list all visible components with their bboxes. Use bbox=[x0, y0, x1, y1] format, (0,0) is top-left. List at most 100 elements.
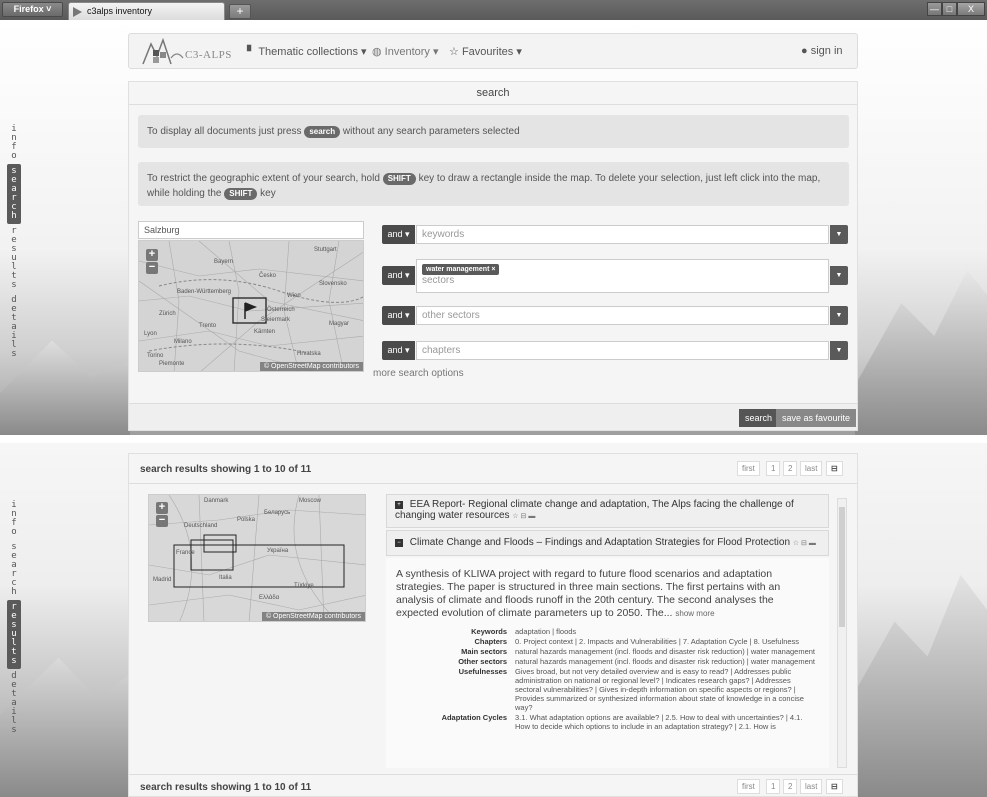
side-tab-search[interactable]: search bbox=[7, 540, 21, 600]
more-search-options-link[interactable]: more search options bbox=[373, 368, 464, 379]
pager-page-2[interactable]: 2 bbox=[783, 779, 798, 794]
results-map[interactable]: Danmark Moscow Deutschland Polska Белару… bbox=[148, 494, 366, 622]
collapse-icon: − bbox=[395, 539, 403, 547]
pager-page-1[interactable]: 1 bbox=[766, 779, 781, 794]
metadata-row: Usefulnesses Gives broad, but not very de… bbox=[386, 667, 829, 712]
keywords-dropdown-button[interactable]: ▼ bbox=[830, 225, 848, 244]
sectors-operator-button[interactable]: and ▾ bbox=[382, 266, 415, 285]
result-item-1[interactable]: + EEA Report- Regional climate change an… bbox=[386, 494, 829, 528]
sectors-dropdown-button[interactable]: ▼ bbox=[830, 266, 848, 285]
other-sectors-operator-button[interactable]: and ▾ bbox=[382, 306, 415, 325]
close-window-button[interactable]: X bbox=[957, 2, 985, 16]
sign-in-link[interactable]: ● sign in bbox=[801, 45, 843, 57]
metadata-key: Usefulnesses bbox=[458, 667, 507, 676]
metadata-key: Main sectors bbox=[461, 647, 507, 656]
result-item-2[interactable]: − Climate Change and Floods – Findings a… bbox=[386, 530, 829, 556]
save-as-favourite-button[interactable]: save as favourite bbox=[776, 409, 857, 427]
metadata-row: Main sectors natural hazards management (… bbox=[386, 647, 829, 656]
maximize-button[interactable]: □ bbox=[942, 2, 957, 16]
results-footer: search results showing 1 to 10 of 11 fir… bbox=[129, 774, 857, 797]
zoom-in-button[interactable]: + bbox=[146, 249, 158, 261]
minimize-button[interactable]: — bbox=[927, 2, 942, 16]
map-label: Steiermark bbox=[261, 317, 291, 323]
other-sectors-dropdown-button[interactable]: ▼ bbox=[830, 306, 848, 325]
chapters-dropdown-button[interactable]: ▼ bbox=[830, 341, 848, 360]
results-scrollbar[interactable] bbox=[837, 498, 847, 768]
result-item-2-title: Climate Change and Floods – Findings and… bbox=[409, 537, 791, 548]
shift-kbd-badge: SHIFT bbox=[382, 173, 416, 185]
map-label: Lyon bbox=[144, 331, 157, 337]
star-icon: ☆ bbox=[449, 46, 459, 58]
tab-favicon-icon bbox=[73, 7, 82, 17]
info-text: without any search parameters selected bbox=[342, 126, 520, 137]
keywords-input[interactable]: keywords bbox=[416, 225, 829, 244]
scrollbar-thumb[interactable] bbox=[839, 507, 845, 627]
logo-text: C3-ALPS bbox=[185, 49, 232, 61]
sign-in-label: sign in bbox=[810, 45, 843, 57]
side-tab-results[interactable]: results bbox=[7, 224, 21, 293]
metadata-key: Other sectors bbox=[458, 657, 507, 666]
save-results-icon[interactable]: ⊟ bbox=[826, 461, 843, 476]
side-tab-results[interactable]: results bbox=[7, 600, 21, 669]
keywords-operator-button[interactable]: and ▾ bbox=[382, 225, 415, 244]
map-attribution[interactable]: © OpenStreetMap contributors bbox=[259, 362, 363, 371]
pager-page-2[interactable]: 2 bbox=[783, 461, 798, 476]
firefox-menu-button[interactable]: Firefox ˅ bbox=[2, 2, 63, 17]
map-label: Stuttgart bbox=[314, 247, 337, 253]
pager-last[interactable]: last bbox=[800, 779, 823, 794]
map-attribution[interactable]: © OpenStreetMap contributors bbox=[261, 612, 365, 621]
map-label: Bayern bbox=[214, 259, 234, 265]
chapters-operator-button[interactable]: and ▾ bbox=[382, 341, 415, 360]
sector-tag-water-management[interactable]: water management × bbox=[422, 264, 500, 275]
side-tab-search[interactable]: search bbox=[7, 164, 21, 224]
sectors-input[interactable]: water management × sectors bbox=[416, 259, 829, 293]
pager-page-1[interactable]: 1 bbox=[766, 461, 781, 476]
metadata-key: Chapters bbox=[474, 637, 507, 646]
info-box-geographic: To restrict the geographic extent of you… bbox=[138, 162, 849, 206]
metadata-value: adaptation | floods bbox=[515, 627, 577, 636]
keywords-row: and ▾ keywords ▼ bbox=[382, 225, 848, 244]
zoom-out-button[interactable]: − bbox=[156, 515, 168, 527]
metadata-value: 0. Project context | 2. Impacts and Vuln… bbox=[515, 637, 800, 646]
search-panel-heading: search bbox=[129, 82, 857, 105]
side-tab-info[interactable]: info bbox=[7, 122, 21, 164]
other-sectors-input[interactable]: other sectors bbox=[416, 306, 829, 325]
c3alps-logo[interactable]: C3-ALPS bbox=[141, 37, 245, 66]
chapters-input[interactable]: chapters bbox=[416, 341, 829, 360]
pager-first[interactable]: first bbox=[737, 461, 760, 476]
side-tab-info[interactable]: info bbox=[7, 498, 21, 540]
metadata-key: Adaptation Cycles bbox=[441, 713, 507, 722]
results-header: search results showing 1 to 10 of 11 fir… bbox=[129, 454, 857, 484]
search-button[interactable]: search bbox=[739, 409, 779, 427]
map-label: Milano bbox=[174, 339, 192, 345]
map-label: Slovensko bbox=[319, 281, 347, 287]
nav-favourites-label: Favourites ▾ bbox=[461, 46, 522, 58]
document-icon: ▘ bbox=[247, 46, 256, 58]
zoom-in-button[interactable]: + bbox=[156, 502, 168, 514]
shift-kbd-badge: SHIFT bbox=[224, 188, 258, 200]
search-kbd-badge: search bbox=[304, 126, 341, 138]
zoom-out-button[interactable]: − bbox=[146, 262, 158, 274]
map-label: Česko bbox=[259, 273, 277, 279]
side-tab-details[interactable]: details bbox=[7, 293, 21, 362]
sectors-row: and ▾ water management × sectors ▼ bbox=[382, 259, 848, 293]
pager-first[interactable]: first bbox=[737, 779, 760, 794]
tab-title: c3alps inventory bbox=[87, 6, 153, 16]
browser-tab[interactable]: c3alps inventory bbox=[68, 2, 225, 20]
save-results-icon[interactable]: ⊟ bbox=[826, 779, 843, 794]
side-tab-details[interactable]: details bbox=[7, 669, 21, 738]
nav-inventory[interactable]: ◍ Inventory ▾ bbox=[372, 45, 439, 58]
results-count-title: search results showing 1 to 10 of 11 bbox=[140, 782, 312, 793]
new-tab-button[interactable]: + bbox=[229, 4, 251, 19]
location-search-input[interactable]: Salzburg bbox=[138, 221, 364, 239]
search-map[interactable]: Stuttgart Bayern Baden-Württemberg Wien … bbox=[138, 240, 364, 372]
metadata-key: Keywords bbox=[471, 627, 507, 636]
map-label: Trento bbox=[199, 323, 217, 329]
nav-favourites[interactable]: ☆ Favourites ▾ bbox=[449, 45, 522, 58]
nav-thematic-collections[interactable]: ▘ Thematic collections ▾ bbox=[247, 45, 367, 58]
map-label: Türkiye bbox=[294, 583, 314, 589]
show-more-link[interactable]: show more bbox=[675, 609, 714, 618]
map-label: Kärnten bbox=[254, 329, 276, 335]
pager-last[interactable]: last bbox=[800, 461, 823, 476]
result-metadata: Keywords adaptation | floods Chapters 0. P… bbox=[386, 624, 829, 731]
